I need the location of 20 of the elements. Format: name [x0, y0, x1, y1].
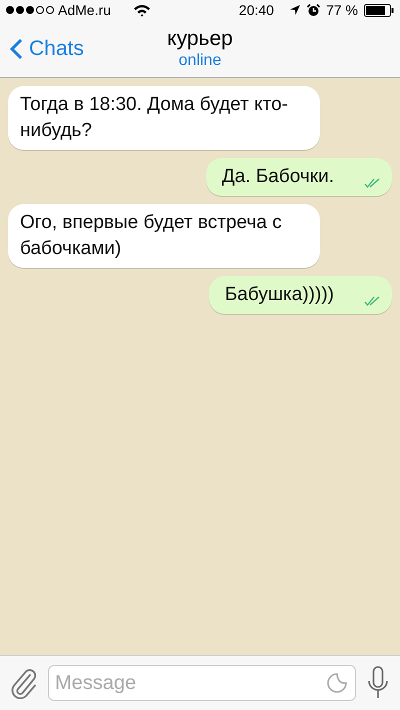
alarm-clock-icon — [307, 4, 320, 16]
message-text: Тогда в 18:30. Дома будет кто-нибудь? — [20, 94, 288, 141]
chevron-left-icon — [10, 38, 23, 60]
carrier-name: AdMe.ru — [58, 0, 111, 20]
message-text: Ого, впервые будет встреча с бабочками) — [20, 212, 282, 259]
message-field[interactable]: Message — [48, 665, 356, 701]
battery-percentage: 77 % — [326, 0, 358, 20]
clock-time: 20:40 — [238, 0, 274, 20]
back-button[interactable]: Chats — [10, 32, 84, 64]
online-status: online — [178, 52, 222, 70]
message-text: Да. Бабочки. — [222, 165, 334, 189]
battery-icon — [364, 4, 394, 16]
paperclip-icon[interactable] — [10, 667, 38, 699]
chat-title: курьер — [167, 26, 233, 52]
signal-icon — [6, 6, 54, 14]
microphone-icon[interactable] — [366, 666, 390, 700]
message-text: Бабушка))))) — [224, 283, 334, 307]
sticker-icon[interactable] — [326, 672, 348, 694]
wifi-icon — [132, 4, 151, 16]
location-arrow-icon — [289, 4, 302, 16]
